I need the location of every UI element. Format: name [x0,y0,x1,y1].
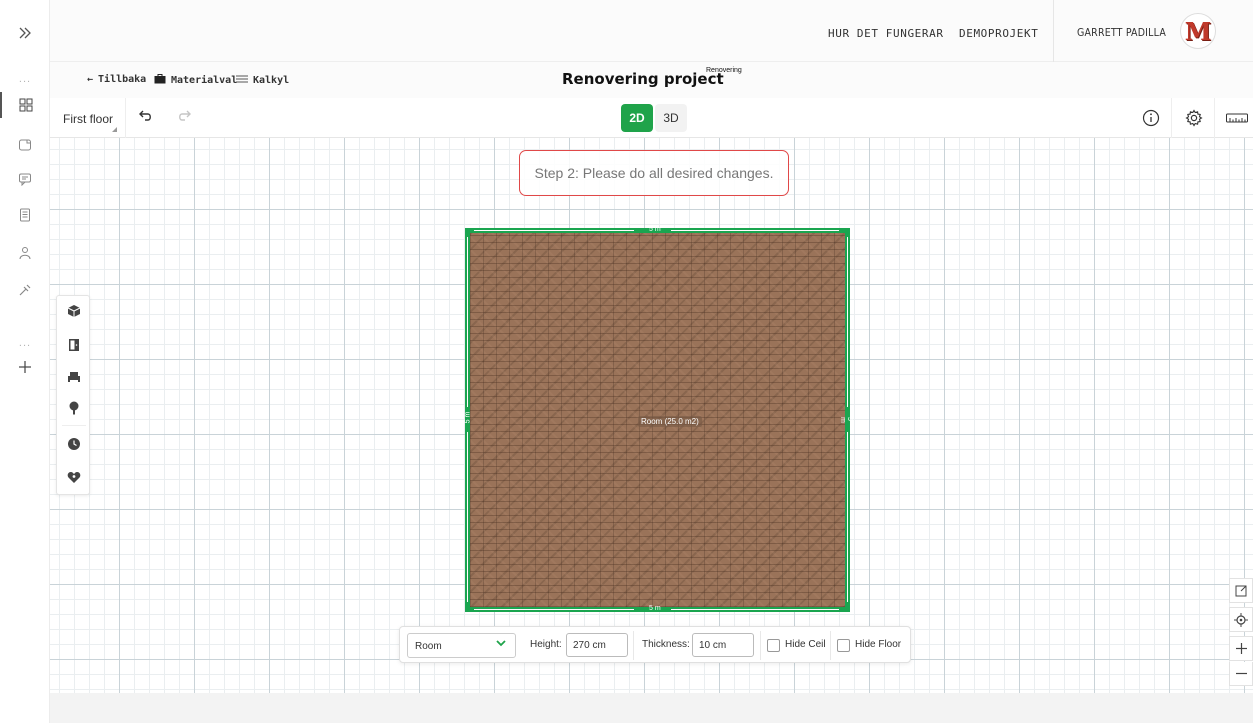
briefcase-icon [154,74,166,87]
dim-label-bottom: 5 m [649,605,661,612]
room-label: Room (25.0 m2) [638,416,702,427]
toolbar: First floor 2D 3D [50,98,1253,138]
dim-line-top-right [671,230,839,231]
floor-selector[interactable]: First floor [50,98,126,138]
palette-divider [62,425,86,426]
layout-icon[interactable] [0,92,50,118]
view-3d-button[interactable]: 3D [655,104,687,132]
user-name[interactable]: GARRETT PADILLA [1077,27,1166,39]
dim-label-right: 5 m [839,417,853,423]
list-icon [236,74,248,87]
calc-link[interactable]: Kalkyl [236,74,289,87]
materials-label: Materialval [171,75,238,86]
resize-corner-icon [112,127,117,132]
zoom-out-icon[interactable] [1229,662,1253,686]
prop-divider [633,631,634,660]
heart-icon[interactable] [57,466,91,488]
back-label: Tillbaka [98,74,147,85]
sofa-icon[interactable] [57,366,91,388]
info-icon[interactable] [1141,108,1161,128]
redo-button[interactable] [176,108,192,129]
room-type-value: Room [415,641,442,652]
redo-icon [179,110,191,121]
hide-floor-checkbox[interactable] [837,639,850,652]
hide-ceil-checkbox[interactable] [767,639,780,652]
toolbar-divider [1171,98,1172,138]
door-icon[interactable] [57,334,91,356]
dim-label-left: 5 m [464,411,472,424]
dim-label-top: 5 m [649,226,661,233]
dim-line-bottom-left [474,609,634,610]
height-label: Height: [530,639,562,650]
dim-line-left-bottom [467,432,468,602]
floor-label: First floor [63,112,114,126]
ruler-icon[interactable] [1225,108,1249,128]
clock-icon[interactable] [57,433,91,455]
hide-floor-label: Hide Floor [855,639,902,650]
plus-icon[interactable] [0,354,50,380]
nav-how-it-works[interactable]: HUR DET FUNGERAR [828,27,944,40]
arrow-left-icon: ← [87,74,94,85]
dim-line-top-left [474,230,634,231]
expand-icon[interactable] [1229,578,1253,603]
zoom-in-icon[interactable] [1229,636,1253,661]
dim-line-right-top [847,237,848,407]
height-input[interactable]: 270 cm [566,633,628,657]
floorplan-canvas[interactable]: Step 2: Please do all desired changes. 5… [50,138,1253,693]
tool-palette [56,295,90,495]
view-2d-button[interactable]: 2D [621,104,653,132]
sub-header: ← Tillbaka Materialval Kalkyl Renovering… [50,62,1253,98]
back-link[interactable]: ← Tillbaka [87,74,146,85]
chat-icon[interactable] [0,166,50,192]
document-icon[interactable] [0,202,50,228]
project-tag: Renovering [706,67,742,74]
properties-bar: Room Height: 270 cm Thickness: 10 cm Hid… [399,626,911,663]
room-type-select[interactable]: Room [407,633,516,658]
gear-icon[interactable] [1184,108,1204,128]
thickness-input[interactable]: 10 cm [692,633,754,657]
cube-icon[interactable] [57,300,91,322]
locate-icon[interactable] [1229,607,1253,632]
rail-dots-bottom: ... [18,337,32,349]
instruction-callout: Step 2: Please do all desired changes. [519,150,789,196]
prop-divider [760,631,761,660]
top-bar: HUR DET FUNGERAR DEMOPROJEKT GARRETT PAD… [50,0,1253,62]
undo-button[interactable] [138,108,154,129]
tree-icon[interactable] [57,397,91,419]
room-shape[interactable]: 5 m 5 m 5 m 5 m Room (25.0 m2) [464,226,853,612]
user-icon[interactable] [0,240,50,266]
footer-bar [50,693,1253,723]
materials-link[interactable]: Materialval [154,74,237,87]
paint-icon[interactable] [0,277,50,303]
nav-demo-project[interactable]: DEMOPROJEKT [959,27,1038,40]
prop-divider [830,631,831,660]
page-title: Renovering project [562,70,724,88]
dim-line-bottom-right [671,609,839,610]
hide-ceil-label: Hide Ceil [785,639,826,650]
undo-icon [139,110,151,121]
topbar-divider [1053,0,1054,62]
toolbar-divider [1214,98,1215,138]
left-rail: ... ... [0,0,50,723]
dim-line-right-bottom [847,432,848,602]
dim-line-left-top [467,237,468,407]
avatar[interactable]: M [1180,13,1216,49]
calc-label: Kalkyl [253,75,290,86]
thickness-label: Thickness: [642,639,690,650]
box-icon[interactable] [0,132,50,158]
chevrons-right-icon[interactable] [0,20,50,46]
rail-dots-top: ... [18,73,32,85]
avatar-letter: M [1184,16,1212,46]
chevron-down-icon [496,639,506,650]
